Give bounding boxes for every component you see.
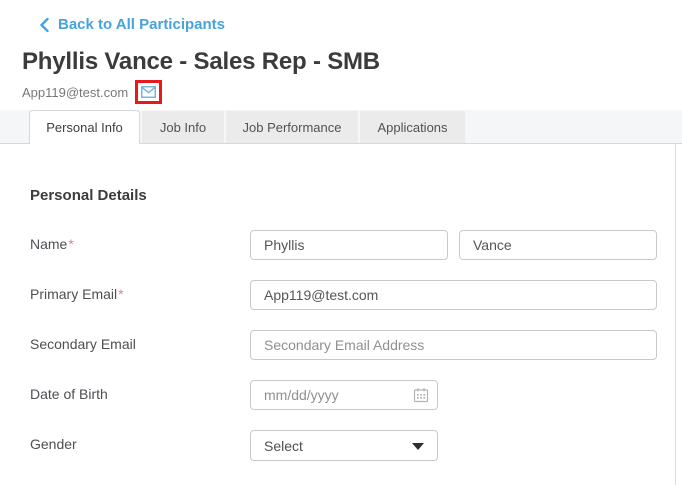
envelope-icon	[141, 86, 157, 98]
primary-email-input[interactable]	[250, 280, 657, 310]
date-of-birth-field	[250, 380, 438, 410]
date-of-birth-label: Date of Birth	[30, 386, 108, 402]
section-title: Personal Details	[30, 187, 147, 204]
highlight-box	[135, 80, 163, 104]
tab-personal-info[interactable]: Personal Info	[29, 110, 140, 144]
chevron-left-icon	[40, 17, 49, 32]
gender-label: Gender	[30, 436, 77, 452]
gender-row: Gender Select	[30, 430, 675, 461]
participant-email: App119@test.com	[22, 84, 129, 100]
personal-details-form: Name* Primary Email* Secondary Email Dat…	[30, 230, 675, 461]
secondary-email-row: Secondary Email	[30, 330, 675, 360]
secondary-email-label: Secondary Email	[30, 336, 136, 352]
first-name-input[interactable]	[250, 230, 448, 260]
secondary-email-input[interactable]	[250, 330, 657, 360]
primary-email-row: Primary Email*	[30, 280, 675, 310]
send-email-button[interactable]	[141, 86, 157, 98]
required-marker: *	[118, 286, 124, 302]
calendar-icon[interactable]	[413, 387, 429, 403]
caret-down-icon	[412, 443, 424, 450]
back-link-label: Back to All Participants	[58, 16, 225, 33]
tab-job-performance[interactable]: Job Performance	[226, 111, 358, 143]
participant-email-row: App119@test.com	[22, 79, 682, 106]
gender-selected-value: Select	[264, 437, 303, 454]
tab-bar: Personal Info Job Info Job Performance A…	[0, 110, 682, 144]
back-to-participants-link[interactable]: Back to All Participants	[40, 16, 225, 33]
date-of-birth-row: Date of Birth	[30, 380, 675, 410]
name-row: Name*	[30, 230, 675, 260]
primary-email-label: Primary Email*	[30, 286, 124, 302]
tab-applications[interactable]: Applications	[360, 111, 465, 143]
last-name-input[interactable]	[459, 230, 657, 260]
required-marker: *	[68, 236, 74, 252]
date-of-birth-input[interactable]	[250, 380, 438, 410]
page-header: Back to All Participants Phyllis Vance -…	[0, 0, 682, 110]
gender-select[interactable]: Select	[250, 430, 438, 461]
page-title: Phyllis Vance - Sales Rep - SMB	[22, 47, 380, 75]
tab-job-info[interactable]: Job Info	[142, 111, 224, 143]
personal-info-panel: Personal Details Name* Primary Email* Se…	[0, 144, 676, 485]
name-label: Name*	[30, 236, 74, 252]
